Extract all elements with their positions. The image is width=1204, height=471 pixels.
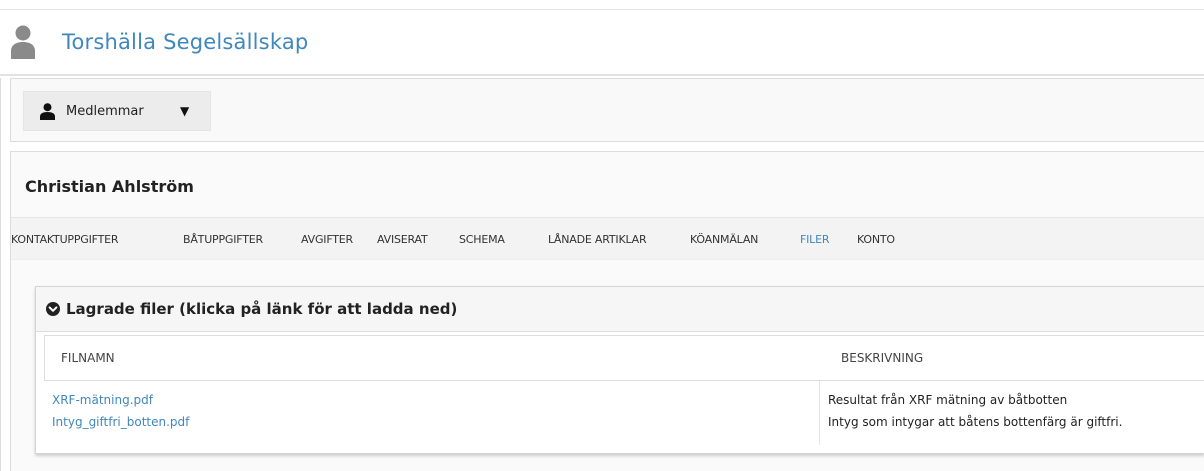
stored-files-title: Lagrade filer (klicka på länk för att la… bbox=[66, 300, 458, 318]
caret-down-icon: ▼ bbox=[180, 104, 190, 118]
tab-avgifter[interactable]: AVGIFTER bbox=[301, 233, 353, 246]
chevron-circle-down-icon bbox=[46, 302, 60, 316]
file-link[interactable]: XRF-mätning.pdf bbox=[52, 393, 153, 407]
member-name: Christian Ahlström bbox=[25, 177, 194, 196]
tab-lanade-artiklar[interactable]: LÅNADE ARTIKLAR bbox=[548, 233, 647, 246]
column-header-description[interactable]: BESKRIVNING bbox=[841, 351, 923, 365]
toolbar: Medlemmar ▼ bbox=[10, 78, 1204, 142]
tab-filer[interactable]: FILER bbox=[800, 233, 829, 246]
tab-aviserat[interactable]: AVISERAT bbox=[377, 233, 428, 246]
tab-konto[interactable]: KONTO bbox=[857, 233, 895, 246]
column-header-filename[interactable]: FILNAMN bbox=[61, 351, 115, 365]
org-title[interactable]: Torshälla Segelsällskap bbox=[62, 30, 308, 54]
user-silhouette-icon bbox=[11, 25, 35, 59]
table-row: Intyg_giftfri_botten.pdf Intyg som intyg… bbox=[44, 412, 1204, 434]
file-description: Resultat från XRF mätning av båtbotten bbox=[828, 393, 1068, 407]
stored-files-box: Lagrade filer (klicka på länk för att la… bbox=[35, 286, 1204, 454]
members-menu-dropdown[interactable]: Medlemmar ▼ bbox=[23, 91, 211, 131]
member-panel: Christian Ahlström KONTAKTUPPGIFTER BÅTU… bbox=[10, 151, 1204, 471]
tab-batuppgifter[interactable]: BÅTUPPGIFTER bbox=[183, 233, 263, 246]
file-link[interactable]: Intyg_giftfri_botten.pdf bbox=[52, 415, 189, 429]
members-menu-label: Medlemmar bbox=[66, 104, 144, 119]
tab-schema[interactable]: SCHEMA bbox=[459, 233, 505, 246]
files-table: FILNAMN BESKRIVNING XRF-mätning.pdf Resu… bbox=[44, 335, 1204, 447]
table-row: XRF-mätning.pdf Resultat från XRF mätnin… bbox=[44, 390, 1204, 412]
app-header: Torshälla Segelsällskap bbox=[0, 10, 1204, 76]
file-description: Intyg som intygar att båtens bottenfärg … bbox=[828, 415, 1123, 429]
person-icon bbox=[40, 103, 55, 120]
tab-koanmalan[interactable]: KÖANMÄLAN bbox=[690, 233, 758, 246]
stored-files-header[interactable]: Lagrade filer (klicka på länk för att la… bbox=[36, 287, 1204, 332]
tab-kontaktuppgifter[interactable]: KONTAKTUPPGIFTER bbox=[11, 233, 119, 246]
files-table-header: FILNAMN BESKRIVNING bbox=[44, 335, 1204, 381]
member-tabs: KONTAKTUPPGIFTER BÅTUPPGIFTER AVGIFTER A… bbox=[11, 217, 1204, 260]
left-border bbox=[0, 78, 1, 471]
